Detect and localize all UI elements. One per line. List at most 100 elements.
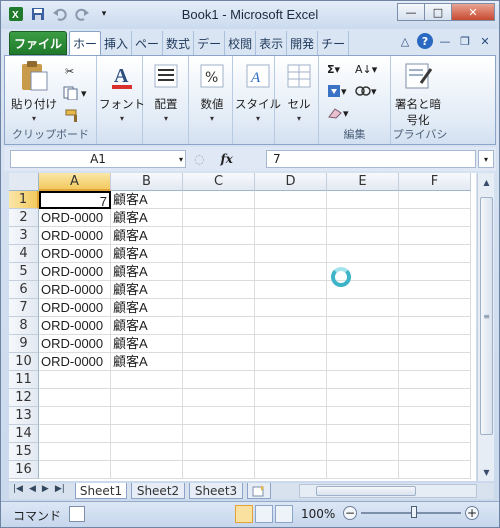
zoom-slider[interactable] (361, 506, 461, 518)
cell-d1[interactable] (255, 191, 327, 209)
cell-c10[interactable] (183, 353, 255, 371)
zoom-out-button[interactable]: − (343, 506, 357, 520)
cell-b9[interactable]: 顧客A (111, 335, 183, 353)
close-button[interactable]: ✕ (451, 3, 495, 21)
sort-filter-icon[interactable]: A↓▾ (355, 60, 379, 78)
cell-a14[interactable] (39, 425, 111, 443)
cell-b13[interactable] (111, 407, 183, 425)
find-select-icon[interactable]: ▾ (355, 82, 379, 100)
tab-insert[interactable]: 挿入 (101, 31, 133, 55)
column-header-d[interactable]: D (255, 173, 327, 191)
zoom-slider-knob[interactable] (411, 506, 417, 518)
cell-c14[interactable] (183, 425, 255, 443)
workbook-minimize-icon[interactable]: — (437, 33, 453, 49)
cell-e3[interactable] (327, 227, 399, 245)
cell-c16[interactable] (183, 461, 255, 479)
cell-d10[interactable] (255, 353, 327, 371)
cell-a1[interactable]: 7 (39, 191, 111, 209)
cell-a6[interactable]: ORD-0000 (39, 281, 111, 299)
cell-a9[interactable]: ORD-0000 (39, 335, 111, 353)
row-header[interactable]: 5 (9, 263, 39, 281)
cut-icon[interactable]: ✂ (65, 62, 89, 80)
horizontal-scroll-thumb[interactable] (316, 486, 416, 496)
cell-a2[interactable]: ORD-0000 (39, 209, 111, 227)
paste-button[interactable]: 貼り付け ▾ (11, 60, 57, 123)
row-header[interactable]: 15 (9, 443, 39, 461)
cell-b3[interactable]: 顧客A (111, 227, 183, 245)
workbook-restore-icon[interactable]: ❐ (457, 33, 473, 49)
cell-d6[interactable] (255, 281, 327, 299)
row-header[interactable]: 11 (9, 371, 39, 389)
cell-f15[interactable] (399, 443, 471, 461)
cell-f3[interactable] (399, 227, 471, 245)
cell-e9[interactable] (327, 335, 399, 353)
cell-f14[interactable] (399, 425, 471, 443)
cell-d8[interactable] (255, 317, 327, 335)
cell-b7[interactable]: 顧客A (111, 299, 183, 317)
cell-e8[interactable] (327, 317, 399, 335)
cell-d9[interactable] (255, 335, 327, 353)
expand-formula-icon[interactable]: ▾ (478, 150, 494, 168)
cell-f2[interactable] (399, 209, 471, 227)
column-header-a[interactable]: A (39, 173, 111, 191)
cell-b10[interactable]: 顧客A (111, 353, 183, 371)
cell-e7[interactable] (327, 299, 399, 317)
cell-b2[interactable]: 顧客A (111, 209, 183, 227)
cell-c6[interactable] (183, 281, 255, 299)
cell-d11[interactable] (255, 371, 327, 389)
row-header[interactable]: 16 (9, 461, 39, 479)
maximize-button[interactable]: □ (424, 3, 451, 21)
cell-d13[interactable] (255, 407, 327, 425)
autosum-icon[interactable]: Σ ▾ (327, 60, 351, 78)
cell-a8[interactable]: ORD-0000 (39, 317, 111, 335)
cell-d14[interactable] (255, 425, 327, 443)
page-layout-view-button[interactable] (255, 505, 273, 523)
cell-e4[interactable] (327, 245, 399, 263)
cell-c1[interactable] (183, 191, 255, 209)
cell-c12[interactable] (183, 389, 255, 407)
zoom-level[interactable]: 100% (301, 507, 335, 521)
cell-b1[interactable]: 顧客A (111, 191, 183, 209)
tab-page-layout[interactable]: ペー (132, 31, 164, 55)
row-header[interactable]: 6 (9, 281, 39, 299)
cell-a4[interactable]: ORD-0000 (39, 245, 111, 263)
column-header-c[interactable]: C (183, 173, 255, 191)
cell-d16[interactable] (255, 461, 327, 479)
column-header-f[interactable]: F (399, 173, 471, 191)
row-header[interactable]: 4 (9, 245, 39, 263)
sheet-tab-sheet3[interactable]: Sheet3 (189, 483, 243, 499)
scroll-up-icon[interactable]: ▲ (480, 175, 493, 189)
cell-b8[interactable]: 顧客A (111, 317, 183, 335)
cell-f13[interactable] (399, 407, 471, 425)
cell-f1[interactable] (399, 191, 471, 209)
cell-e2[interactable] (327, 209, 399, 227)
normal-view-button[interactable] (235, 505, 253, 523)
cell-c8[interactable] (183, 317, 255, 335)
cell-e13[interactable] (327, 407, 399, 425)
row-header[interactable]: 10 (9, 353, 39, 371)
cell-a15[interactable] (39, 443, 111, 461)
cell-d5[interactable] (255, 263, 327, 281)
worksheet-grid[interactable]: A B C D E F 1 7 顧客A 2 ORD-0000 顧客A 3 ORD-0000 顧客A 4 ORD-… (9, 173, 476, 481)
zoom-in-button[interactable]: + (465, 506, 479, 520)
prev-sheet-icon[interactable]: ◀ (29, 484, 36, 494)
cell-c11[interactable] (183, 371, 255, 389)
row-header[interactable]: 14 (9, 425, 39, 443)
name-box[interactable]: A1 ▾ (10, 150, 186, 168)
next-sheet-icon[interactable]: ▶ (42, 484, 49, 494)
cell-c7[interactable] (183, 299, 255, 317)
select-all-corner[interactable] (9, 173, 39, 191)
cell-b6[interactable]: 顧客A (111, 281, 183, 299)
cell-d12[interactable] (255, 389, 327, 407)
cell-b11[interactable] (111, 371, 183, 389)
vertical-scrollbar[interactable]: ▲ ≡ ▼ (477, 173, 494, 481)
cell-e15[interactable] (327, 443, 399, 461)
format-painter-icon[interactable] (65, 106, 89, 124)
name-box-dropdown-icon[interactable]: ▾ (179, 155, 183, 164)
row-header[interactable]: 9 (9, 335, 39, 353)
cells-button[interactable]: セル ▾ (283, 60, 315, 123)
cell-d15[interactable] (255, 443, 327, 461)
sign-encrypt-button[interactable]: 署名と暗 号化 (395, 60, 441, 128)
row-header[interactable]: 7 (9, 299, 39, 317)
sheet-tab-sheet2[interactable]: Sheet2 (131, 483, 185, 499)
